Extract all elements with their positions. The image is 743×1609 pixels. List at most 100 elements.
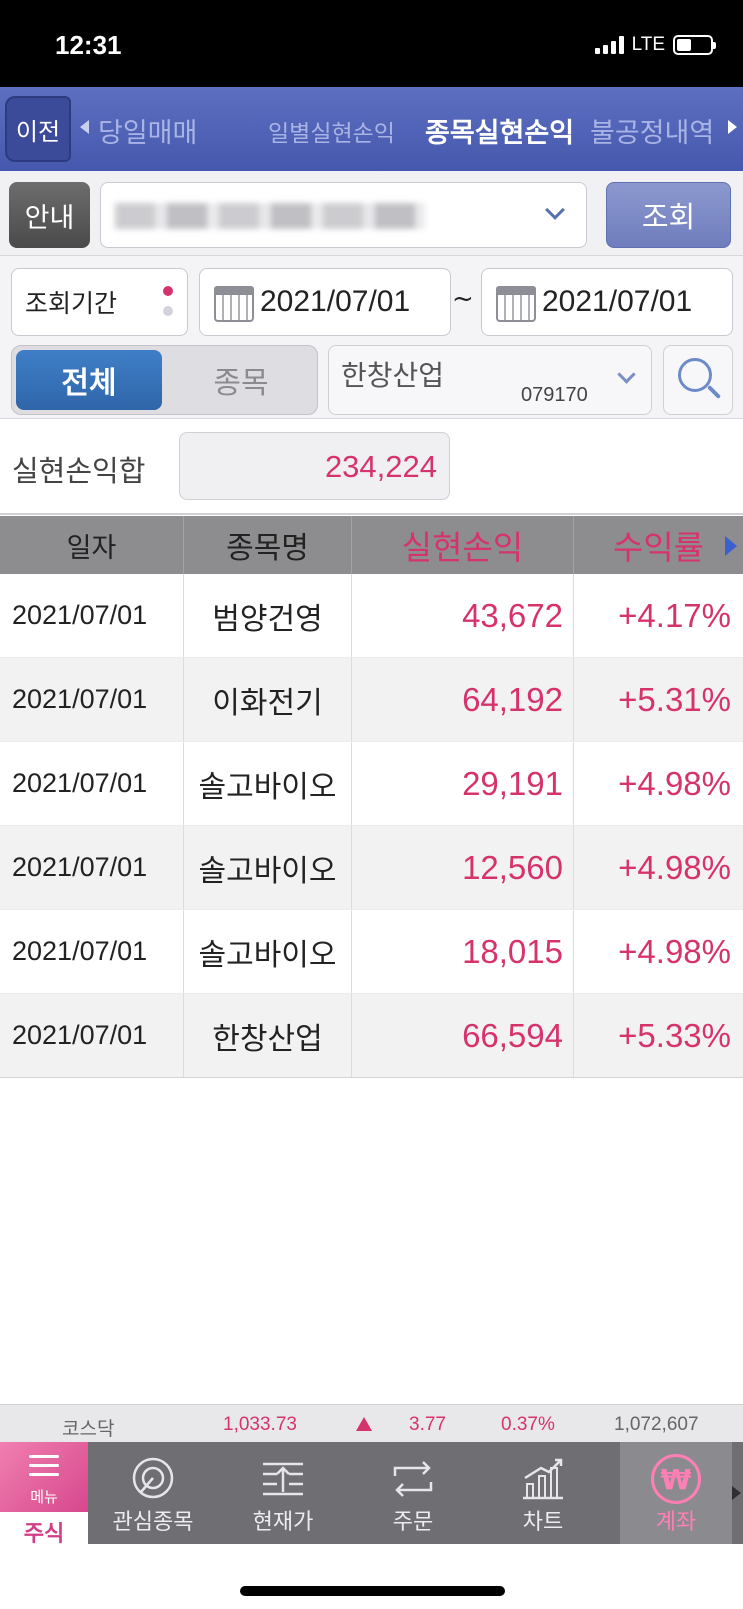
table-row[interactable]: 2021/07/01 범양건영 43,672 +4.17% <box>0 574 743 658</box>
tab-label: 주문 <box>392 1510 434 1535</box>
period-button[interactable]: 조회기간 <box>11 268 188 336</box>
header-return-rate-label: 수익률 <box>612 529 705 566</box>
query-button[interactable]: 조회 <box>606 182 731 248</box>
table-row[interactable]: 2021/07/01 솔고바이오 29,191 +4.98% <box>0 742 743 826</box>
header-date[interactable]: 일자 <box>0 516 184 574</box>
cell-stock-name: 범양건영 <box>184 574 352 657</box>
cell-date: 2021/07/01 <box>0 826 184 909</box>
battery-icon <box>673 35 716 55</box>
tab-label: 계좌 <box>655 1510 697 1535</box>
cell-pnl: 29,191 <box>352 742 574 825</box>
stock-select[interactable]: 한창산업 079170 <box>328 345 652 415</box>
cell-date: 2021/07/01 <box>0 742 184 825</box>
up-arrow-icon <box>356 1417 372 1431</box>
tab-current-price[interactable]: 현재가 <box>218 1442 348 1544</box>
period-row: 조회기간 2021/07/01 ~ 2021/07/01 <box>0 256 743 339</box>
tab-watchlist[interactable]: 관심종목 <box>88 1442 218 1544</box>
cell-pnl: 66,594 <box>352 994 574 1077</box>
ticker-change: 3.77 <box>409 1414 446 1435</box>
cell-date: 2021/07/01 <box>0 574 184 657</box>
header-realized-pnl[interactable]: 실현손익 <box>352 516 574 574</box>
cell-rate: +4.98% <box>618 764 731 802</box>
ticker-market-name: 코스닥 <box>62 1418 115 1440</box>
cell-date: 2021/07/01 <box>0 910 184 993</box>
pnl-table: 일자 종목명 실현손익 수익률 2021/07/01 범양건영 43,672 +… <box>0 516 743 1078</box>
date-separator: ~ <box>452 284 474 314</box>
search-button[interactable] <box>663 345 733 415</box>
ticker-volume: 1,072,607 <box>614 1414 699 1435</box>
tab-label: 관심종목 <box>112 1510 194 1535</box>
summary-label: 실현손익합 <box>12 454 146 488</box>
tab-chart[interactable]: 차트 <box>478 1442 608 1544</box>
cell-rate: +4.98% <box>618 932 731 970</box>
order-icon <box>393 1461 433 1497</box>
cell-rate: +4.98% <box>618 848 731 886</box>
table-row[interactable]: 2021/07/01 이화전기 64,192 +5.31% <box>0 658 743 742</box>
stock-code: 079170 <box>521 384 588 406</box>
period-dot-inactive <box>163 306 173 316</box>
cell-pnl: 18,015 <box>352 910 574 993</box>
cell-stock-name: 한창산업 <box>184 994 352 1077</box>
top-nav-tabs: 이전 당일매매 일별실현손익 종목실현손익 불공정내역 <box>0 87 743 171</box>
back-button[interactable]: 이전 <box>5 96 71 162</box>
home-area <box>0 1544 743 1609</box>
end-date-field[interactable]: 2021/07/01 <box>481 268 733 336</box>
start-date-field[interactable]: 2021/07/01 <box>199 268 451 336</box>
tab-daily-trading[interactable]: 당일매매 <box>98 111 197 150</box>
segment-stock[interactable]: 종목 <box>168 350 314 410</box>
tab-label: 주식 <box>0 1512 88 1547</box>
cell-date: 2021/07/01 <box>0 994 184 1077</box>
header-stock-name[interactable]: 종목명 <box>184 516 352 574</box>
end-date-value: 2021/07/01 <box>542 285 693 318</box>
table-row[interactable]: 2021/07/01 솔고바이오 12,560 +4.98% <box>0 826 743 910</box>
ticker-percent: 0.37% <box>501 1414 555 1435</box>
cell-pnl: 64,192 <box>352 658 574 741</box>
cell-rate: +5.31% <box>618 680 731 718</box>
cell-stock-name: 솔고바이오 <box>184 910 352 993</box>
scroll-left-icon[interactable] <box>80 120 89 134</box>
table-row[interactable]: 2021/07/01 솔고바이오 18,015 +4.98% <box>0 910 743 994</box>
tab-unfair-trading[interactable]: 불공정내역 <box>590 111 714 150</box>
header-return-rate[interactable]: 수익률 <box>574 516 743 574</box>
chevron-down-icon <box>617 365 636 384</box>
status-time: 12:31 <box>55 30 122 60</box>
more-tabs-icon[interactable] <box>732 1486 741 1500</box>
cell-rate: +5.33% <box>618 1016 731 1054</box>
cell-stock-name: 솔고바이오 <box>184 742 352 825</box>
calendar-icon <box>496 286 536 322</box>
scroll-right-icon[interactable] <box>728 120 737 134</box>
chart-icon <box>523 1458 563 1500</box>
next-columns-icon[interactable] <box>725 536 737 556</box>
bottom-tab-bar: 메뉴 주식 관심종목 현재가 주문 차트 ₩ 계좌 <box>0 1442 743 1547</box>
scope-segmented-control: 전체 종목 <box>11 345 318 415</box>
table-header: 일자 종목명 실현손익 수익률 <box>0 516 743 574</box>
account-number-masked <box>115 203 425 229</box>
summary-value: 234,224 <box>179 432 450 500</box>
tab-stock-realized-pnl[interactable]: 종목실현손익 <box>425 111 574 150</box>
stock-name: 한창산업 <box>341 359 445 392</box>
chevron-down-icon <box>545 200 565 220</box>
tab-stock-menu[interactable]: 메뉴 주식 <box>0 1442 88 1547</box>
table-row[interactable]: 2021/07/01 한창산업 66,594 +5.33% <box>0 994 743 1078</box>
segment-all[interactable]: 전체 <box>16 350 162 410</box>
status-bar: 12:31 LTE <box>0 0 743 87</box>
cell-rate: +4.17% <box>618 596 731 634</box>
cell-stock-name: 이화전기 <box>184 658 352 741</box>
status-indicators: LTE <box>594 34 716 56</box>
tab-account[interactable]: ₩ 계좌 <box>620 1442 732 1544</box>
period-label: 조회기간 <box>25 289 118 318</box>
price-icon <box>263 1462 303 1496</box>
cell-pnl: 43,672 <box>352 574 574 657</box>
watchlist-icon <box>132 1457 174 1499</box>
tab-daily-realized-pnl[interactable]: 일별실현손익 <box>268 114 395 148</box>
summary-row: 실현손익합 234,224 <box>0 420 743 515</box>
guide-button[interactable]: 안내 <box>9 182 90 248</box>
home-indicator[interactable] <box>240 1586 505 1596</box>
market-ticker[interactable]: 코스닥 1,033.73 3.77 0.37% 1,072,607 <box>0 1404 743 1442</box>
tab-order[interactable]: 주문 <box>348 1442 478 1544</box>
cell-stock-name: 솔고바이오 <box>184 826 352 909</box>
account-row: 안내 조회 <box>0 171 743 256</box>
start-date-value: 2021/07/01 <box>260 285 411 318</box>
tab-label: 차트 <box>522 1510 564 1535</box>
account-select[interactable] <box>100 182 587 248</box>
